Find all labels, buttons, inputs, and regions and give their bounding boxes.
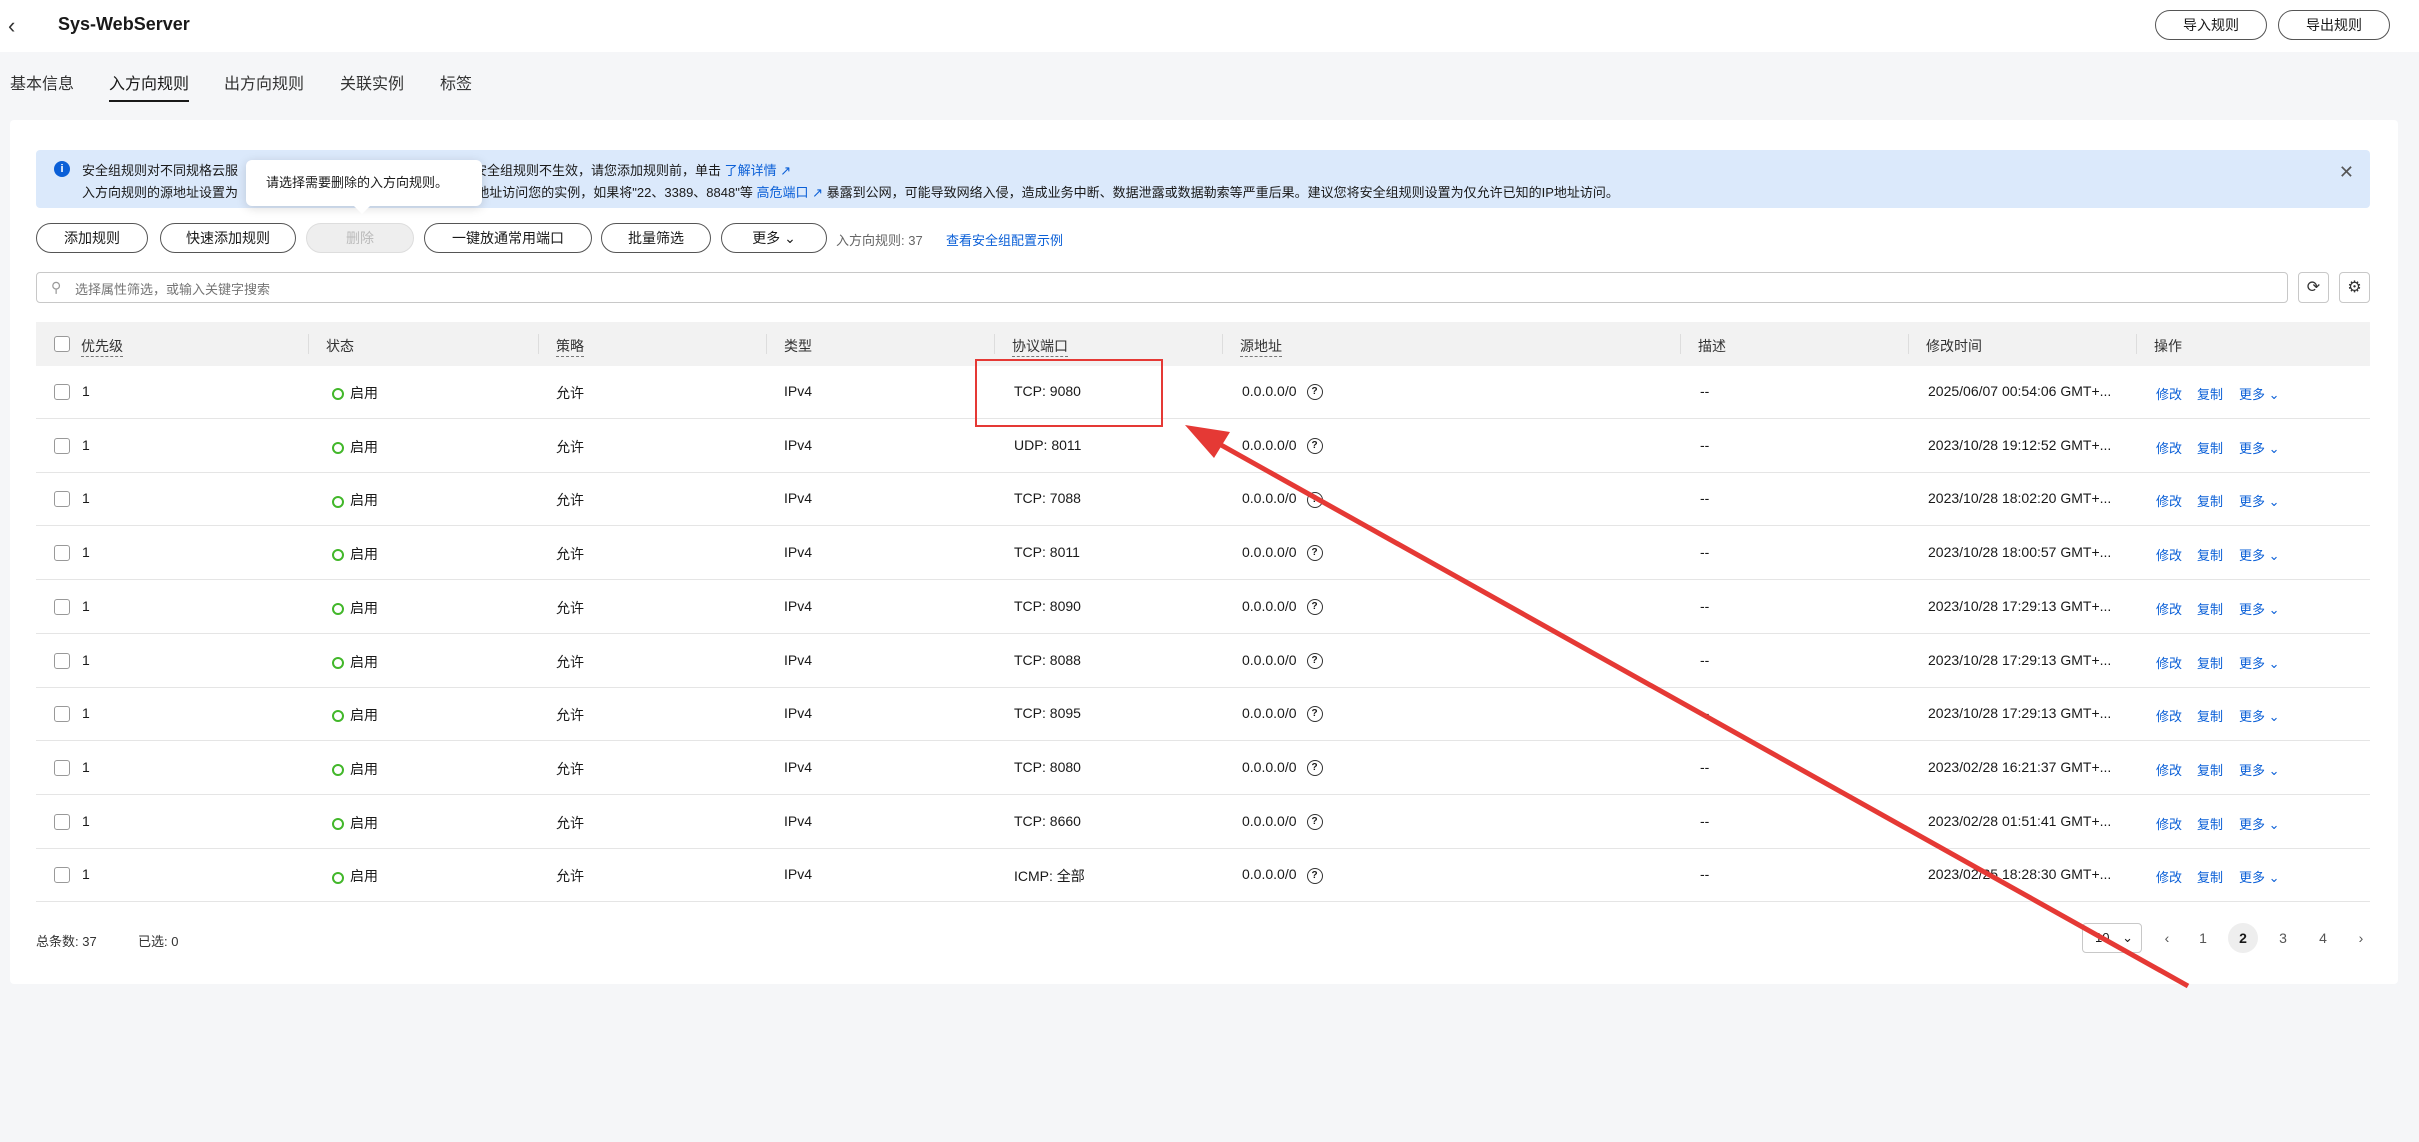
annotation-arrow xyxy=(1185,425,2190,989)
